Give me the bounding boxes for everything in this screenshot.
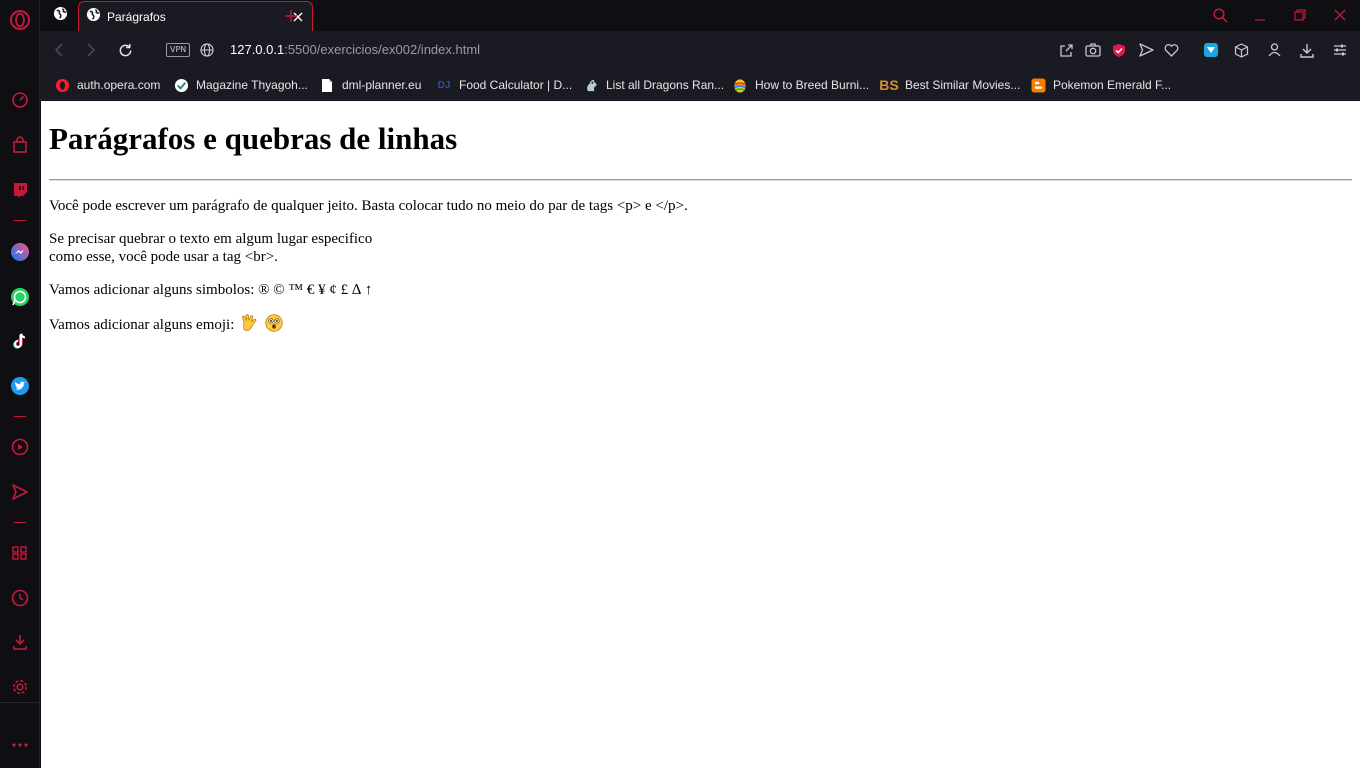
- twitter-icon[interactable]: [0, 371, 40, 401]
- horizontal-rule: [49, 179, 1352, 181]
- bookmark-label: auth.opera.com: [77, 78, 161, 92]
- paragraph-emoji: Vamos adicionar alguns emoji:: [49, 314, 1352, 337]
- forward-icon[interactable]: [80, 39, 102, 61]
- site-info-globe-icon[interactable]: [196, 39, 218, 61]
- speed-dial-icon[interactable]: [0, 85, 40, 115]
- bookmark-label: Pokemon Emerald F...: [1053, 78, 1172, 92]
- bookmark-label: Magazine Thyagoh...: [196, 78, 308, 92]
- globe-icon: [86, 7, 101, 27]
- tab-active[interactable]: Parágrafos: [78, 1, 313, 31]
- bookmark-item[interactable]: Pokemon Emerald F...: [1030, 75, 1171, 95]
- blogger-icon: [1030, 77, 1046, 93]
- send-tab-icon[interactable]: [1135, 39, 1157, 61]
- minimize-icon[interactable]: [1246, 4, 1274, 26]
- address-toolbar: VPN 127.0.0.1:5500/exercicios/ex002/inde…: [40, 31, 1360, 69]
- sidebar-separator: [0, 702, 40, 703]
- bookmark-label: dml-planner.eu: [342, 78, 422, 92]
- extensions-cube-icon[interactable]: [1230, 39, 1252, 61]
- vulcan-salute-emoji-icon: [241, 314, 258, 337]
- globe-icon: [53, 6, 68, 26]
- rainbow-egg-icon: [732, 77, 748, 93]
- send-icon[interactable]: [0, 477, 40, 507]
- player-icon[interactable]: [0, 432, 40, 462]
- more-options-icon[interactable]: [0, 730, 40, 760]
- url-host: 127.0.0.1: [230, 42, 285, 57]
- dj-icon: DJ: [437, 79, 451, 91]
- bs-icon: BS: [879, 77, 899, 93]
- snapshot-camera-icon[interactable]: [1082, 39, 1104, 61]
- astonished-face-emoji-icon: [265, 314, 283, 337]
- bookmark-item[interactable]: DJ Food Calculator | D...: [436, 75, 573, 95]
- tab-pinned[interactable]: [46, 3, 74, 29]
- bookmark-label: How to Breed Burni...: [755, 78, 870, 92]
- bookmark-item[interactable]: List all Dragons Ran...: [583, 75, 724, 95]
- paragraph-1: Você pode escrever um parágrafo de qualq…: [49, 198, 688, 214]
- paragraph-2-line-2: como esse, você pode usar a tag <br>.: [49, 249, 278, 265]
- extension-translate-icon[interactable]: [1200, 39, 1222, 61]
- vpn-badge[interactable]: VPN: [166, 43, 191, 57]
- tab-search-icon[interactable]: [1206, 4, 1234, 26]
- bookmark-item[interactable]: dml-planner.eu: [319, 75, 421, 95]
- bookmark-heart-icon[interactable]: [1160, 39, 1182, 61]
- bookmark-item[interactable]: How to Breed Burni...: [732, 75, 869, 95]
- bookmark-item[interactable]: Magazine Thyagoh...: [173, 75, 308, 95]
- close-window-icon[interactable]: [1326, 4, 1354, 26]
- history-clock-icon[interactable]: [0, 583, 40, 613]
- sidebar-separator: [14, 220, 26, 221]
- tab-title: Parágrafos: [107, 9, 166, 24]
- bookmark-item[interactable]: BS Best Similar Movies...: [879, 75, 1021, 95]
- browser-window: Parágrafos VPN 127.0.0.1:5500/exercicios…: [0, 0, 1360, 768]
- toolbar-downloads-icon[interactable]: [1296, 39, 1318, 61]
- twitch-icon[interactable]: [0, 175, 40, 205]
- bookmark-label: List all Dragons Ran...: [606, 78, 725, 92]
- bookmark-label: Best Similar Movies...: [905, 78, 1021, 92]
- check-badge-icon: [173, 77, 189, 93]
- dragon-icon: [583, 77, 599, 93]
- settings-gear-icon[interactable]: [0, 672, 40, 702]
- page-heading: Parágrafos e quebras de linhas: [49, 121, 458, 156]
- address-field[interactable]: 127.0.0.1:5500/exercicios/ex002/index.ht…: [230, 42, 480, 57]
- paragraph-2: Se precisar quebrar o texto em algum lug…: [49, 230, 1352, 266]
- workspaces-grid-icon[interactable]: [0, 538, 40, 568]
- reload-icon[interactable]: [114, 39, 136, 61]
- paragraph-emoji-text: Vamos adicionar alguns emoji:: [49, 317, 235, 333]
- file-icon: [319, 77, 335, 93]
- whatsapp-icon[interactable]: [0, 282, 40, 312]
- shopping-bag-icon[interactable]: [0, 130, 40, 160]
- page-viewport: Parágrafos e quebras de linhas Você pode…: [41, 101, 1360, 768]
- opera-icon: [54, 77, 70, 93]
- opera-menu-icon[interactable]: [0, 5, 40, 35]
- bookmark-item[interactable]: auth.opera.com: [54, 75, 160, 95]
- paragraph-2-line-1: Se precisar quebrar o texto em algum lug…: [49, 231, 373, 247]
- profile-icon[interactable]: [1263, 39, 1285, 61]
- sidebar-separator: [14, 416, 26, 417]
- ad-blocker-shield-icon[interactable]: [1108, 39, 1130, 61]
- downloads-icon[interactable]: [0, 627, 40, 657]
- bookmarks-bar: auth.opera.com Magazine Thyagoh... dml-p…: [40, 69, 1360, 100]
- share-icon[interactable]: [1055, 39, 1077, 61]
- page-content: Parágrafos e quebras de linhas Você pode…: [41, 101, 1360, 360]
- paragraph-symbols: Vamos adicionar alguns simbolos: ® © ™ €…: [49, 282, 373, 298]
- sidebar-separator: [14, 522, 26, 523]
- restore-icon[interactable]: [1286, 4, 1314, 26]
- tab-strip: Parágrafos: [40, 0, 1360, 31]
- messenger-icon[interactable]: [0, 237, 40, 267]
- tiktok-icon[interactable]: [0, 326, 40, 356]
- url-path: :5500/exercicios/ex002/index.html: [284, 42, 481, 57]
- new-tab-plus-icon[interactable]: [280, 5, 302, 27]
- easy-setup-sliders-icon[interactable]: [1329, 39, 1351, 61]
- bookmark-label: Food Calculator | D...: [459, 78, 573, 92]
- opera-sidebar: [0, 0, 40, 768]
- back-icon[interactable]: [48, 39, 70, 61]
